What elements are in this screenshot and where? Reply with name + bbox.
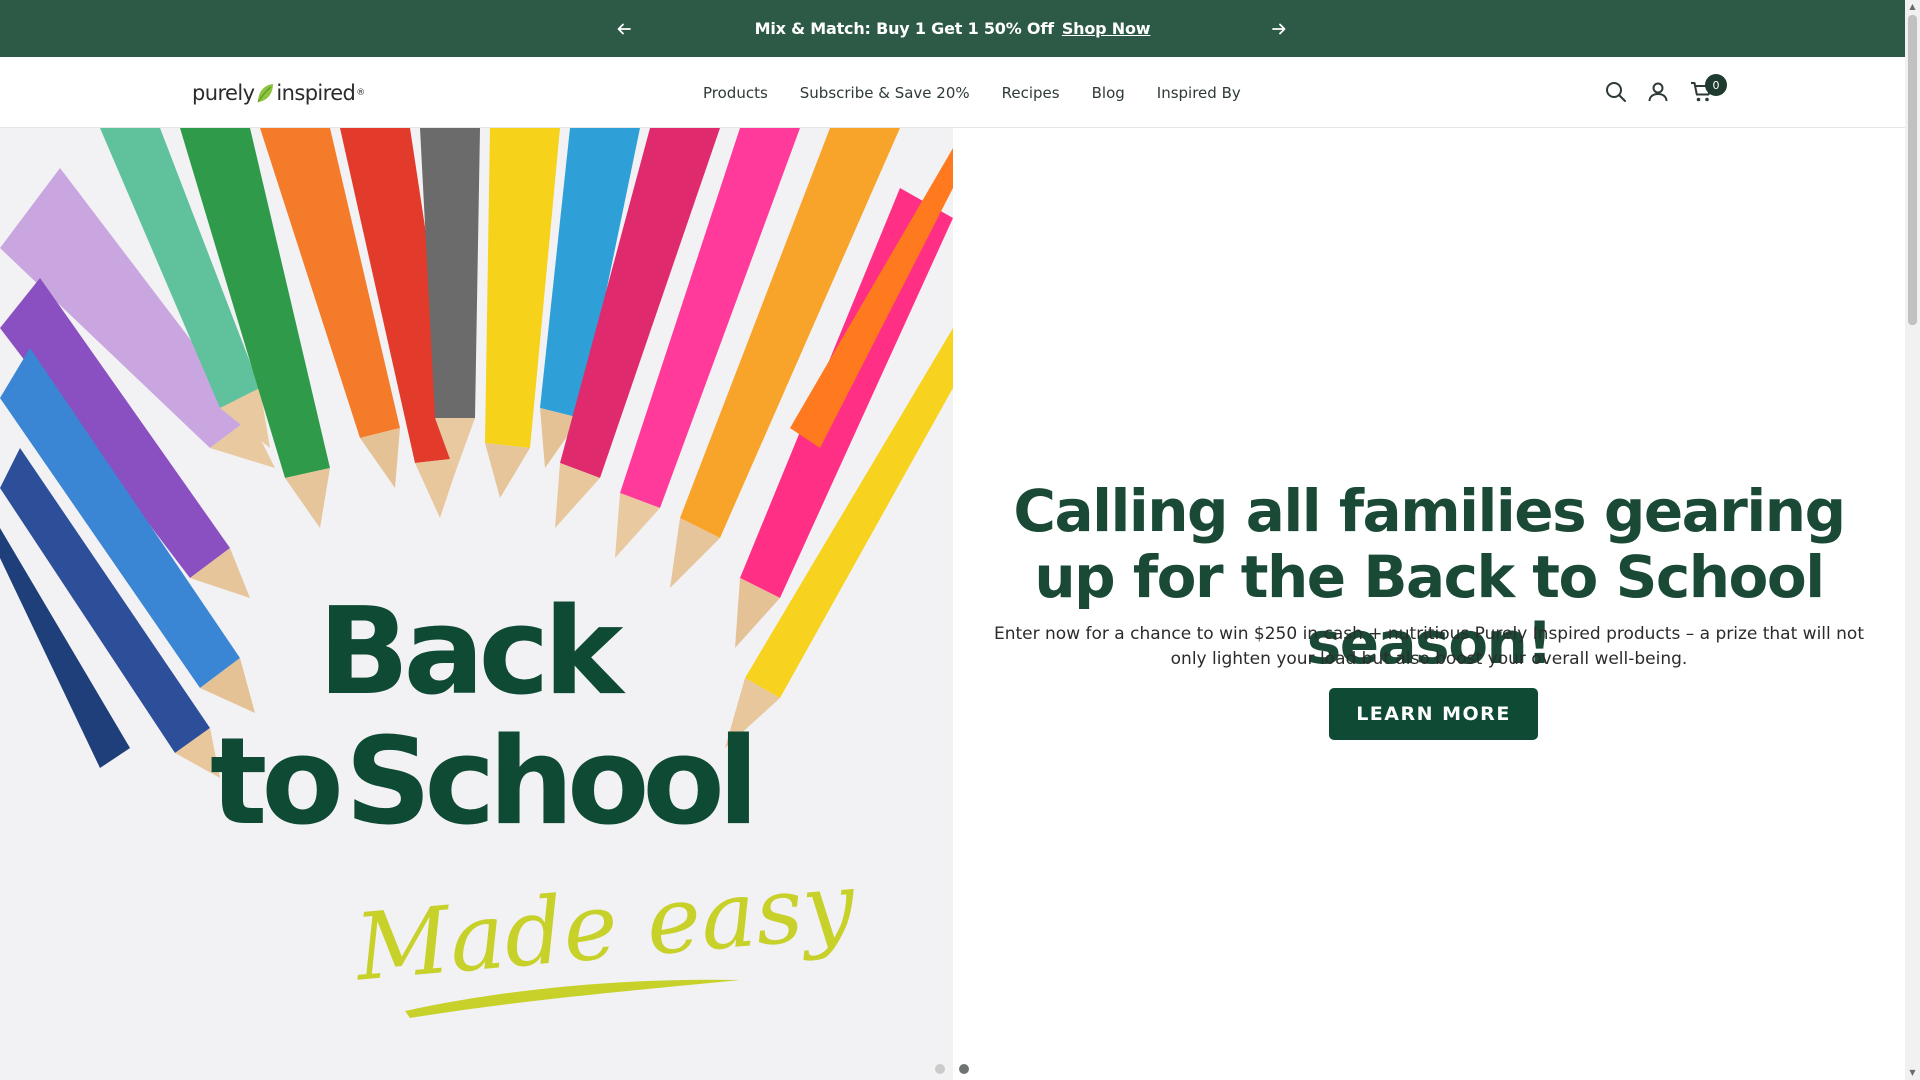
announcement-next-button[interactable] — [1266, 16, 1292, 42]
nav-recipes[interactable]: Recipes — [1002, 84, 1060, 102]
hero-content: Calling all families gearing up for the … — [953, 128, 1905, 1080]
arrow-right-icon — [1272, 23, 1286, 35]
page: Mix & Match: Buy 1 Get 1 50% Off Shop No… — [0, 0, 1920, 1080]
nav-blog[interactable]: Blog — [1092, 84, 1125, 102]
learn-more-button[interactable]: LEARN MORE — [1329, 688, 1538, 740]
logo-text-inspired: inspired — [276, 81, 356, 105]
cart-count-badge: 0 — [1705, 74, 1727, 96]
nav-products[interactable]: Products — [703, 84, 768, 102]
scroll-up-icon[interactable]: ▲ — [1908, 2, 1917, 11]
logo-registered-mark: ® — [356, 88, 365, 98]
underline-swoosh — [405, 979, 740, 1018]
main-nav: Products Subscribe & Save 20% Recipes Bl… — [703, 57, 1241, 128]
slider-dot-1[interactable] — [935, 1064, 945, 1074]
account-icon[interactable] — [1646, 80, 1670, 104]
site-logo[interactable]: purely inspired ® — [192, 79, 365, 107]
logo-text-purely: purely — [192, 81, 255, 105]
leaf-icon — [257, 84, 274, 103]
announcement-message: Mix & Match: Buy 1 Get 1 50% Off Shop No… — [0, 0, 1905, 57]
site-header: purely inspired ® Products Subscribe & S… — [0, 57, 1905, 128]
slider-dot-2[interactable] — [959, 1064, 969, 1074]
page-scrollbar[interactable]: ▲ ▼ — [1905, 0, 1920, 1080]
shop-now-link[interactable]: Shop Now — [1062, 19, 1151, 38]
nav-subscribe-save[interactable]: Subscribe & Save 20% — [800, 84, 970, 102]
scroll-down-icon[interactable]: ▼ — [1908, 1068, 1917, 1077]
scrollbar-thumb[interactable] — [1908, 15, 1917, 325]
search-icon[interactable] — [1604, 80, 1628, 104]
announcement-text: Mix & Match: Buy 1 Get 1 50% Off — [754, 19, 1054, 38]
hero-image: Back to School Made easy — [0, 128, 953, 1080]
nav-inspired-by[interactable]: Inspired By — [1157, 84, 1241, 102]
slider-dots — [935, 1064, 969, 1074]
announcement-bar: Mix & Match: Buy 1 Get 1 50% Off Shop No… — [0, 0, 1905, 57]
hero-description: Enter now for a chance to win $250 in ca… — [993, 624, 1864, 669]
hero-slider: Back to School Made easy Calling all fam… — [0, 128, 1905, 1080]
